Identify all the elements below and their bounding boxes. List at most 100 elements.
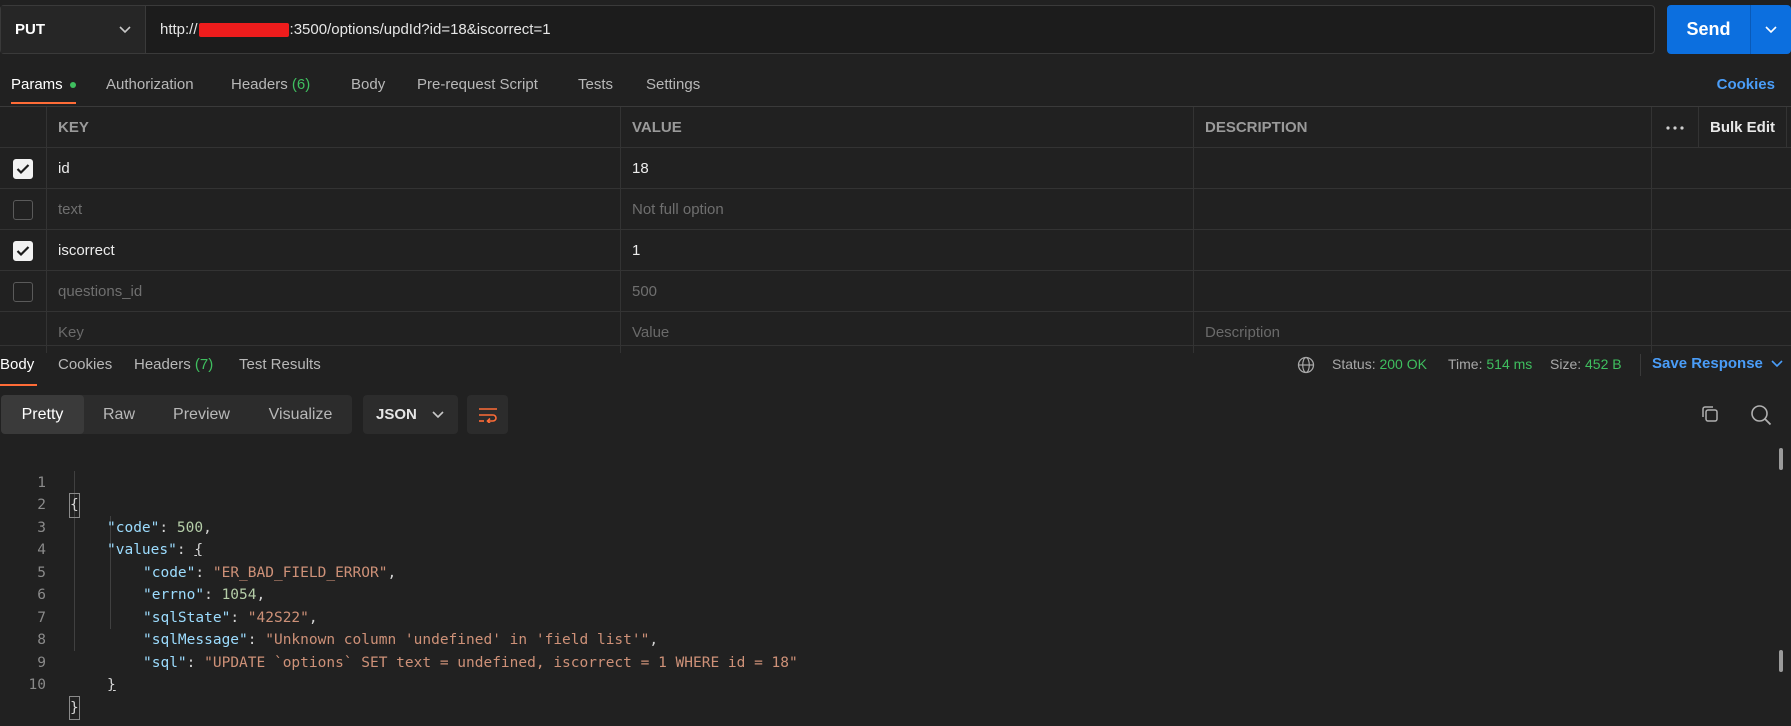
chevron-down-icon	[1771, 359, 1783, 367]
active-tab-indicator	[11, 102, 76, 104]
param-key[interactable]: iscorrect	[47, 230, 621, 271]
save-response-label: Save Response	[1652, 355, 1763, 372]
ellipsis-icon	[1666, 125, 1684, 130]
wrap-lines-button[interactable]	[467, 395, 508, 434]
param-key[interactable]: id	[47, 148, 621, 189]
status-readout[interactable]: Status: 200 OK	[1332, 356, 1427, 372]
param-description[interactable]	[1194, 271, 1652, 312]
code-line: 5 "errno": 1054,	[0, 539, 1780, 604]
chevron-down-icon	[119, 25, 131, 33]
column-header-description: DESCRIPTION	[1194, 107, 1652, 148]
table-row: id 18	[0, 148, 1791, 189]
tab-headers-count: (6)	[291, 76, 311, 93]
bulk-edit-button[interactable]: Bulk Edit	[1699, 107, 1787, 148]
url-suffix: :3500/options/updId?id=18&iscorrect=1	[289, 21, 551, 38]
param-description[interactable]	[1194, 189, 1652, 230]
param-value[interactable]: 500	[621, 271, 1194, 312]
view-pretty-button[interactable]: Pretty	[1, 395, 84, 434]
code-line: 1 {	[0, 449, 1780, 518]
tab-test-results[interactable]: Test Results	[239, 356, 321, 373]
size-value: 452 B	[1585, 356, 1622, 372]
code-line: 9 }	[0, 629, 1780, 694]
search-icon[interactable]	[1750, 404, 1772, 430]
time-value: 514 ms	[1486, 356, 1533, 372]
code-line: 10 }	[0, 652, 1780, 720]
tab-tests[interactable]: Tests	[578, 76, 613, 93]
line-number: 10	[28, 677, 46, 693]
wrap-lines-icon	[478, 407, 497, 423]
time-label: Time:	[1448, 356, 1483, 372]
header-checkbox-cell	[0, 107, 47, 148]
column-header-key: KEY	[47, 107, 621, 148]
size-readout[interactable]: Size: 452 B	[1550, 356, 1622, 372]
view-visualize-button[interactable]: Visualize	[249, 395, 352, 434]
tab-response-body[interactable]: Body	[0, 356, 34, 373]
params-header-row: KEY VALUE DESCRIPTION Bulk Edit	[0, 107, 1791, 148]
params-dot-icon	[69, 82, 76, 89]
send-button[interactable]: Send	[1667, 5, 1751, 54]
response-body-code[interactable]: 1 { 2 "code": 500, 3 "values": { 4 "code…	[0, 449, 1780, 720]
copy-icon[interactable]	[1700, 404, 1720, 428]
tab-params-label: Params	[11, 76, 63, 93]
param-value[interactable]: 18	[621, 148, 1194, 189]
code-line: 8 "sql": "UPDATE `options` SET text = un…	[0, 607, 1780, 671]
size-label: Size:	[1550, 356, 1582, 372]
globe-icon[interactable]	[1297, 356, 1315, 378]
param-key[interactable]: questions_id	[47, 271, 621, 312]
tab-prerequest-script[interactable]: Pre-request Script	[417, 76, 538, 93]
checkmark-icon	[16, 163, 30, 174]
params-table: KEY VALUE DESCRIPTION Bulk Edit id 18 te…	[0, 106, 1791, 353]
row-checkbox-cell	[0, 148, 47, 189]
save-response-button[interactable]: Save Response	[1652, 355, 1783, 372]
row-checkbox-cell	[0, 189, 47, 230]
view-mode-segment: Pretty Raw Preview Visualize	[1, 395, 352, 434]
row-checkbox[interactable]	[13, 199, 33, 220]
column-header-value: VALUE	[621, 107, 1194, 148]
tab-headers-label: Headers	[231, 76, 288, 93]
status-label: Status:	[1332, 356, 1376, 372]
param-value[interactable]: Not full option	[621, 189, 1194, 230]
tab-authorization[interactable]: Authorization	[106, 76, 194, 93]
tab-params[interactable]: Params	[11, 76, 76, 93]
response-bar: Body Cookies Headers (7) Test Results St…	[0, 345, 1791, 386]
method-label: PUT	[15, 21, 45, 38]
time-readout[interactable]: Time: 514 ms	[1448, 356, 1532, 372]
table-row: iscorrect 1	[0, 230, 1791, 271]
url-input[interactable]: http:// :3500/options/updId?id=18&iscorr…	[146, 6, 1654, 53]
tab-headers[interactable]: Headers (6)	[231, 76, 310, 93]
method-select[interactable]: PUT	[1, 6, 146, 53]
tab-body[interactable]: Body	[351, 76, 385, 93]
code-line: 3 "values": {	[0, 494, 1780, 559]
checkmark-icon	[16, 245, 30, 256]
redacted-host	[198, 22, 289, 37]
scrollbar-thumb[interactable]	[1779, 448, 1783, 470]
chevron-down-icon	[432, 410, 444, 418]
send-options-button[interactable]	[1751, 5, 1791, 54]
status-value: 200 OK	[1379, 356, 1427, 372]
param-key[interactable]: text	[47, 189, 621, 230]
cookies-link[interactable]: Cookies	[1717, 76, 1775, 93]
row-checkbox[interactable]	[13, 158, 33, 179]
more-options-button[interactable]	[1652, 107, 1699, 148]
view-raw-button[interactable]: Raw	[84, 395, 154, 434]
tab-response-cookies[interactable]: Cookies	[58, 356, 112, 373]
tab-settings[interactable]: Settings	[646, 76, 700, 93]
send-button-group: Send	[1667, 5, 1791, 54]
divider	[1640, 354, 1641, 376]
scrollbar-thumb[interactable]	[1779, 650, 1783, 672]
request-url-bar: PUT http:// :3500/options/updId?id=18&is…	[0, 5, 1655, 54]
format-select[interactable]: JSON	[363, 395, 458, 434]
view-preview-button[interactable]: Preview	[154, 395, 249, 434]
code-line: 7 "sqlMessage": "Unknown column 'undefin…	[0, 584, 1780, 649]
code-line: 6 "sqlState": "42S22",	[0, 562, 1780, 626]
row-checkbox[interactable]	[13, 240, 33, 261]
format-label: JSON	[376, 406, 417, 423]
tab-response-headers-count: (7)	[194, 356, 214, 373]
tab-response-headers-label: Headers	[134, 356, 191, 373]
tab-response-headers[interactable]: Headers (7)	[134, 356, 213, 373]
code-line: 2 "code": 500,	[0, 472, 1780, 536]
param-value[interactable]: 1	[621, 230, 1194, 271]
param-description[interactable]	[1194, 230, 1652, 271]
param-description[interactable]	[1194, 148, 1652, 189]
row-checkbox[interactable]	[13, 281, 33, 302]
